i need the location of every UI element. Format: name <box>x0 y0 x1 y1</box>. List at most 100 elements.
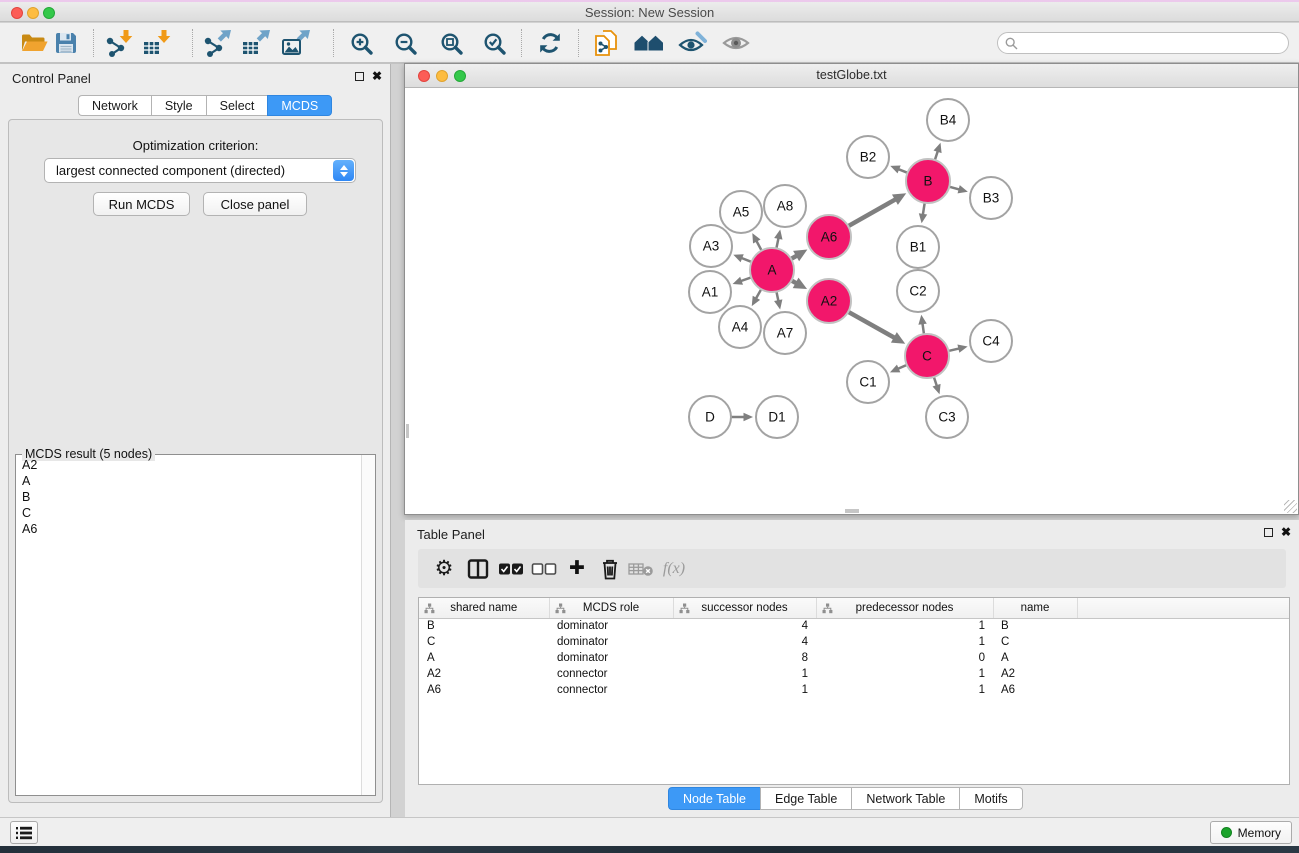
export-table-button[interactable] <box>238 26 274 60</box>
birdseye-view-button[interactable] <box>718 26 754 60</box>
cell-predecessor-nodes[interactable]: 1 <box>816 682 993 698</box>
node-B1[interactable]: B1 <box>897 226 939 268</box>
column-header-predecessor-nodes[interactable]: predecessor nodes <box>816 598 993 618</box>
cell-name[interactable]: A <box>993 650 1077 666</box>
select-all-button[interactable] <box>495 553 527 584</box>
cell-MCDS-role[interactable]: connector <box>549 666 673 682</box>
task-history-button[interactable] <box>10 821 38 844</box>
mcds-result-item[interactable]: B <box>16 489 360 505</box>
table-row[interactable]: A6connector11A6 <box>419 682 1290 698</box>
cell-predecessor-nodes[interactable]: 1 <box>816 634 993 650</box>
cell-MCDS-role[interactable]: dominator <box>549 650 673 666</box>
node-A4[interactable]: A4 <box>719 306 761 348</box>
cell-successor-nodes[interactable]: 1 <box>673 682 816 698</box>
show-graphics-details-button[interactable] <box>674 26 710 60</box>
cell-successor-nodes[interactable]: 8 <box>673 650 816 666</box>
cell-predecessor-nodes[interactable]: 1 <box>816 618 993 634</box>
close-panel-button[interactable]: Close panel <box>203 192 307 216</box>
cell-shared-name[interactable]: A <box>419 650 549 666</box>
cell-successor-nodes[interactable]: 4 <box>673 618 816 634</box>
table-row[interactable]: Bdominator41B <box>419 618 1290 634</box>
cell-shared-name[interactable]: B <box>419 618 549 634</box>
cell-name[interactable]: A6 <box>993 682 1077 698</box>
apply-function-button[interactable]: f(x) <box>658 553 690 584</box>
close-table-panel-icon[interactable]: ✖ <box>1281 526 1291 538</box>
node-B3[interactable]: B3 <box>970 177 1012 219</box>
cell-MCDS-role[interactable]: connector <box>549 682 673 698</box>
network-canvas[interactable]: B4B2BB3A5A8A6B1A3AC2A1A2A4A7C4CC1C3DD1 <box>405 88 1298 514</box>
mcds-result-item[interactable]: A6 <box>16 521 360 537</box>
tab-network[interactable]: Network <box>78 95 151 116</box>
node-B4[interactable]: B4 <box>927 99 969 141</box>
zoom-selected-button[interactable] <box>476 26 512 60</box>
node-B[interactable]: B <box>906 159 950 203</box>
node-A7[interactable]: A7 <box>764 312 806 354</box>
run-mcds-button[interactable]: Run MCDS <box>93 192 190 216</box>
column-header-name[interactable]: name <box>993 598 1077 618</box>
resize-grip[interactable] <box>1284 500 1297 513</box>
node-A3[interactable]: A3 <box>690 225 732 267</box>
mcds-result-scrollbar[interactable] <box>361 455 375 795</box>
node-C4[interactable]: C4 <box>970 320 1012 362</box>
column-header-successor-nodes[interactable]: successor nodes <box>673 598 816 618</box>
tab-edge-table[interactable]: Edge Table <box>760 787 851 810</box>
cell-predecessor-nodes[interactable]: 0 <box>816 650 993 666</box>
memory-button[interactable]: Memory <box>1210 821 1292 844</box>
node-A1[interactable]: A1 <box>689 271 731 313</box>
open-session-button[interactable] <box>16 26 52 60</box>
cell-predecessor-nodes[interactable]: 1 <box>816 666 993 682</box>
node-A[interactable]: A <box>750 248 794 292</box>
zoom-fit-button[interactable] <box>433 26 469 60</box>
cell-shared-name[interactable]: A6 <box>419 682 549 698</box>
save-session-button[interactable] <box>48 26 84 60</box>
node-A5[interactable]: A5 <box>720 191 762 233</box>
edge-A6-B[interactable] <box>847 199 896 226</box>
cell-MCDS-role[interactable]: dominator <box>549 634 673 650</box>
destroy-table-button[interactable] <box>625 553 657 584</box>
zoom-in-button[interactable] <box>343 26 379 60</box>
cell-shared-name[interactable]: C <box>419 634 549 650</box>
node-C1[interactable]: C1 <box>847 361 889 403</box>
tab-node-table[interactable]: Node Table <box>668 787 760 810</box>
node-A8[interactable]: A8 <box>764 185 806 227</box>
cell-successor-nodes[interactable]: 1 <box>673 666 816 682</box>
cell-shared-name[interactable]: A2 <box>419 666 549 682</box>
float-panel-icon[interactable] <box>355 72 364 81</box>
mcds-result-item[interactable]: A2 <box>16 457 360 473</box>
export-image-button[interactable] <box>278 26 314 60</box>
table-row[interactable]: Cdominator41C <box>419 634 1290 650</box>
mcds-result-item[interactable]: C <box>16 505 360 521</box>
node-C2[interactable]: C2 <box>897 270 939 312</box>
column-settings-button[interactable]: ⚙ <box>428 553 460 584</box>
left-scroll-thumb[interactable] <box>406 424 409 438</box>
add-row-button[interactable]: ✚ <box>561 553 593 584</box>
node-B2[interactable]: B2 <box>847 136 889 178</box>
new-network-from-selection-button[interactable] <box>589 26 625 60</box>
cell-successor-nodes[interactable]: 4 <box>673 634 816 650</box>
criterion-select[interactable]: largest connected component (directed) <box>44 158 356 183</box>
bottom-scroll-thumb[interactable] <box>845 509 859 513</box>
tab-network-table[interactable]: Network Table <box>851 787 959 810</box>
unselect-all-button[interactable] <box>528 553 560 584</box>
table-row[interactable]: A2connector11A2 <box>419 666 1290 682</box>
tab-motifs[interactable]: Motifs <box>959 787 1022 810</box>
tab-select[interactable]: Select <box>206 95 268 116</box>
search-input[interactable] <box>1022 34 1288 52</box>
column-header-shared-name[interactable]: shared name <box>419 598 549 618</box>
node-A2[interactable]: A2 <box>807 279 851 323</box>
node-C3[interactable]: C3 <box>926 396 968 438</box>
column-header-MCDS-role[interactable]: MCDS role <box>549 598 673 618</box>
node-C[interactable]: C <box>905 334 949 378</box>
node-D1[interactable]: D1 <box>756 396 798 438</box>
node-D[interactable]: D <box>689 396 731 438</box>
show-columns-button[interactable] <box>462 553 494 584</box>
home-button[interactable] <box>631 26 667 60</box>
tab-mcds[interactable]: MCDS <box>267 95 332 116</box>
zoom-out-button[interactable] <box>387 26 423 60</box>
table-row[interactable]: Adominator80A <box>419 650 1290 666</box>
float-table-panel-icon[interactable] <box>1264 528 1273 537</box>
cell-name[interactable]: B <box>993 618 1077 634</box>
edge-A2-C[interactable] <box>847 311 894 338</box>
import-table-button[interactable] <box>139 26 175 60</box>
cell-name[interactable]: C <box>993 634 1077 650</box>
